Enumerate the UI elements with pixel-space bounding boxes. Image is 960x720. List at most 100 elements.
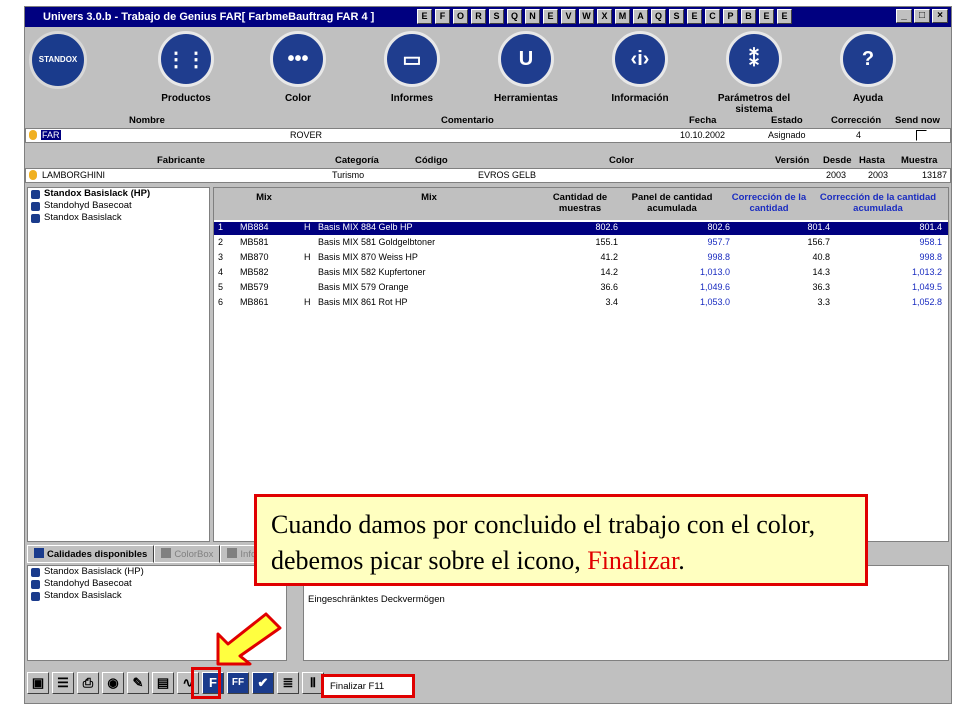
color-fabricante[interactable]: LAMBORGHINI bbox=[42, 170, 105, 180]
titlebar-tool-icon[interactable]: X bbox=[597, 9, 612, 24]
grid-row[interactable]: 3 MB870 H Basis MIX 870 Weiss HP 41.2 998.8 40… bbox=[214, 252, 948, 265]
check-icon[interactable]: ✔ bbox=[252, 672, 274, 694]
color-row[interactable]: LAMBORGHINI Turismo EVROS GELB 2003 2003… bbox=[25, 168, 951, 183]
ff-icon[interactable]: FF bbox=[227, 672, 249, 694]
titlebar-tool-icon[interactable]: S bbox=[669, 9, 684, 24]
tab-label: Calidades disponibles bbox=[47, 549, 148, 560]
palette-icon[interactable]: ⋮⋮ bbox=[158, 31, 214, 87]
correccion-acumulada: 1,013.2 bbox=[911, 267, 942, 277]
nav-label: Informes bbox=[390, 93, 434, 104]
titlebar-tool-icon[interactable]: A bbox=[633, 9, 648, 24]
product-item[interactable]: Standox Basislack bbox=[28, 212, 209, 224]
list-icon[interactable]: ☰ bbox=[52, 672, 74, 694]
printer-icon[interactable]: ⎙ bbox=[77, 672, 99, 694]
status-tooltip: Finalizar F11 bbox=[321, 674, 415, 698]
minimize-button[interactable]: _ bbox=[896, 9, 912, 23]
info-icon[interactable]: ‹i› bbox=[612, 31, 668, 87]
send-now-checkbox[interactable] bbox=[916, 130, 927, 141]
report-image-icon[interactable]: ▭ bbox=[384, 31, 440, 87]
mix-code: MB861 bbox=[240, 297, 269, 307]
nav-informes[interactable]: ▭ Informes bbox=[357, 31, 467, 104]
nav-productos[interactable]: ⋮⋮ Productos bbox=[131, 31, 241, 104]
tab-icon bbox=[34, 548, 44, 558]
tools-icon[interactable]: U bbox=[498, 31, 554, 87]
titlebar-tool-icon[interactable]: W bbox=[579, 9, 594, 24]
correccion-acumulada: 958.1 bbox=[919, 237, 942, 247]
titlebar-tool-icon[interactable]: R bbox=[471, 9, 486, 24]
tab-calidades[interactable]: Calidades disponibles bbox=[27, 545, 155, 563]
mix-name: Basis MIX 870 Weiss HP bbox=[318, 252, 418, 262]
product-item[interactable]: Standohyd Basecoat bbox=[28, 200, 209, 212]
cantidad-muestras: 802.6 bbox=[595, 222, 618, 232]
correccion-acumulada: 1,049.5 bbox=[911, 282, 942, 292]
bottom-tabs: Calidades disponibles ColorBox Info bbox=[27, 545, 264, 565]
nav-color[interactable]: ••• Color bbox=[243, 31, 353, 104]
save-icon[interactable]: ▣ bbox=[27, 672, 49, 694]
titlebar-tool-icon[interactable]: E bbox=[417, 9, 432, 24]
color-dots-icon[interactable]: ••• bbox=[270, 31, 326, 87]
titlebar-tool-icon[interactable]: B bbox=[741, 9, 756, 24]
product-item[interactable]: Standox Basislack (HP) bbox=[28, 188, 209, 200]
color-categoria[interactable]: Turismo bbox=[332, 170, 364, 180]
pen-icon[interactable]: ✎ bbox=[127, 672, 149, 694]
grid-row[interactable]: 5 MB579 Basis MIX 579 Orange 36.6 1,049.6 36.… bbox=[214, 282, 948, 295]
grid-col-mix-code: Mix bbox=[256, 192, 272, 203]
cantidad-muestras: 36.6 bbox=[600, 282, 618, 292]
nav-herramientas[interactable]: U Herramientas bbox=[471, 31, 581, 104]
mix-grid[interactable]: Mix Mix Cantidad de muestras Panel de ca… bbox=[213, 187, 949, 542]
grid-row[interactable]: 6 MB861 H Basis MIX 861 Rot HP 3.4 1,053.0 3.3… bbox=[214, 297, 948, 310]
titlebar-tool-icon[interactable]: C bbox=[705, 9, 720, 24]
color-nombre[interactable]: EVROS GELB bbox=[478, 170, 536, 180]
nav-parametros[interactable]: ⁑ Parámetros del sistema bbox=[699, 31, 809, 115]
tab-icon bbox=[161, 548, 172, 558]
tab-colorbox[interactable]: ColorBox bbox=[154, 545, 221, 563]
titlebar-tool-icon[interactable]: S bbox=[489, 9, 504, 24]
titlebar-tool-icon[interactable]: E bbox=[759, 9, 774, 24]
titlebar-tool-icon[interactable]: E bbox=[777, 9, 792, 24]
grid-col-correccion: Corrección de la cantidad bbox=[731, 192, 807, 214]
quality-item[interactable]: Standox Basislack (HP) bbox=[28, 566, 286, 578]
correccion-cantidad: 3.3 bbox=[817, 297, 830, 307]
product-list[interactable]: Standox Basislack (HP) Standohyd Basecoa… bbox=[27, 187, 210, 542]
maximize-button[interactable]: □ bbox=[914, 9, 930, 23]
document-icon[interactable]: ≣ bbox=[277, 672, 299, 694]
titlebar-tool-icon[interactable]: P bbox=[723, 9, 738, 24]
job-header: Nombre Comentario Fecha Estado Correcció… bbox=[25, 115, 951, 127]
job-nombre[interactable]: FAR bbox=[41, 130, 61, 140]
titlebar-tool-icon[interactable]: E bbox=[543, 9, 558, 24]
mix-code: MB582 bbox=[240, 267, 269, 277]
job-row[interactable]: FAR ROVER 10.10.2002 Asignado 4 bbox=[25, 128, 951, 143]
grid-icon[interactable]: ▤ bbox=[152, 672, 174, 694]
color-desde: 2003 bbox=[826, 170, 847, 180]
col-muestra: Muestra bbox=[901, 155, 938, 166]
quality-item[interactable]: Standox Basislack bbox=[28, 590, 286, 602]
cantidad-muestras: 3.4 bbox=[605, 297, 618, 307]
titlebar-tool-icon[interactable]: Q bbox=[651, 9, 666, 24]
bottom-toolbar: ▣ ☰ ⎙ ◉ ✎ ▤ ∿ F FF ✔ ≣ Ⅱ bbox=[27, 669, 324, 697]
titlebar-tool-icon[interactable]: F bbox=[435, 9, 450, 24]
tab-label: ColorBox bbox=[174, 549, 214, 560]
title-toolbar: EFORSQNEVWXMAQSECPBEE bbox=[417, 9, 792, 24]
help-icon[interactable]: ? bbox=[840, 31, 896, 87]
job-comentario[interactable]: ROVER bbox=[290, 130, 322, 140]
titlebar-tool-icon[interactable]: N bbox=[525, 9, 540, 24]
grid-row[interactable]: 4 MB582 Basis MIX 582 Kupfertoner 14.2 1,013… bbox=[214, 267, 948, 280]
close-button[interactable]: × bbox=[932, 9, 948, 23]
titlebar-tool-icon[interactable]: O bbox=[453, 9, 468, 24]
correccion-cantidad: 14.3 bbox=[812, 267, 830, 277]
grid-row[interactable]: 1 MB884 H Basis MIX 884 Gelb HP 802.6 802.6 80… bbox=[214, 222, 948, 235]
titlebar-tool-icon[interactable]: E bbox=[687, 9, 702, 24]
settings-icon[interactable]: ⁑ bbox=[726, 31, 782, 87]
nav-informacion[interactable]: ‹i› Información bbox=[585, 31, 695, 104]
row-number: 4 bbox=[218, 267, 224, 277]
eye-icon[interactable]: ◉ bbox=[102, 672, 124, 694]
nav-label: Herramientas bbox=[494, 93, 558, 104]
nav-ayuda[interactable]: ? Ayuda bbox=[813, 31, 923, 104]
mix-code: MB579 bbox=[240, 282, 269, 292]
grid-row[interactable]: 2 MB581 Basis MIX 581 Goldgelbtoner 155.1 95… bbox=[214, 237, 948, 250]
titlebar-tool-icon[interactable]: V bbox=[561, 9, 576, 24]
titlebar-tool-icon[interactable]: M bbox=[615, 9, 630, 24]
quality-item[interactable]: Standohyd Basecoat bbox=[28, 578, 286, 590]
mix-name: Basis MIX 581 Goldgelbtoner bbox=[318, 237, 436, 247]
titlebar-tool-icon[interactable]: Q bbox=[507, 9, 522, 24]
